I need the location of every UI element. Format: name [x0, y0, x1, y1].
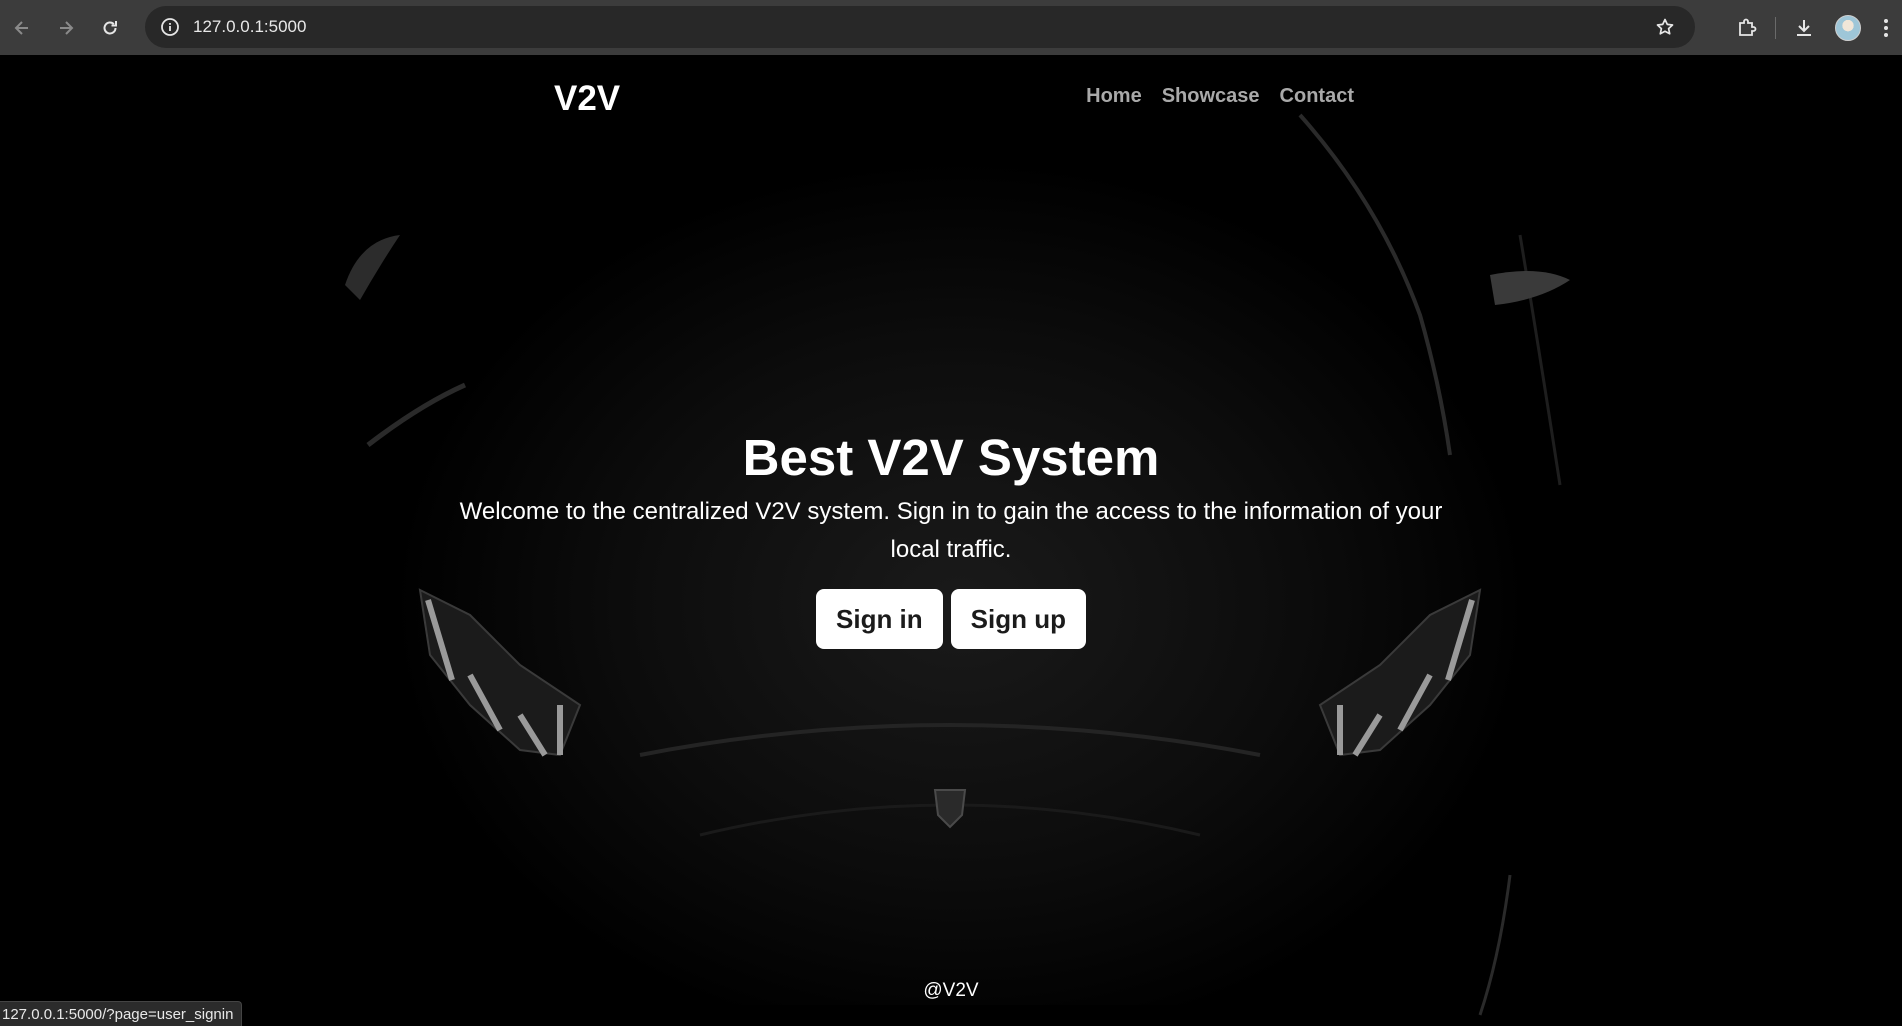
- reload-icon: [103, 20, 117, 34]
- nav-home[interactable]: Home: [1086, 85, 1142, 108]
- downloads-button[interactable]: [1782, 6, 1826, 50]
- extensions-button[interactable]: [1725, 6, 1769, 50]
- toolbar-actions: [1725, 0, 1902, 55]
- avatar: [1835, 14, 1861, 41]
- browser-menu-button[interactable]: [1870, 6, 1902, 50]
- address-bar[interactable]: 127.0.0.1:5000: [145, 6, 1695, 48]
- site-info-button[interactable]: [149, 6, 191, 48]
- address-url[interactable]: 127.0.0.1:5000: [193, 17, 306, 37]
- site-header: V2V Home Showcase Contact: [554, 55, 1354, 140]
- download-icon: [1797, 19, 1811, 36]
- puzzle-icon: [1739, 18, 1757, 36]
- sign-in-button[interactable]: Sign in: [816, 589, 943, 649]
- sign-up-button[interactable]: Sign up: [950, 589, 1086, 649]
- arrow-right-icon: [60, 20, 74, 35]
- browser-toolbar: 127.0.0.1:5000: [0, 0, 1902, 55]
- main-nav: Home Showcase Contact: [1086, 85, 1354, 108]
- hero-subtitle: Welcome to the centralized V2V system. S…: [459, 498, 1443, 563]
- link-status-bubble: 127.0.0.1:5000/?page=user_signin: [0, 1001, 243, 1026]
- toolbar-divider: [1775, 16, 1776, 39]
- forward-button[interactable]: [44, 6, 88, 50]
- bookmark-button[interactable]: [1647, 6, 1683, 48]
- cta-buttons: Sign in Sign up: [451, 589, 1451, 649]
- reload-button[interactable]: [88, 6, 132, 50]
- brand-logo[interactable]: V2V: [554, 79, 620, 119]
- profile-button[interactable]: [1826, 6, 1870, 50]
- arrow-left-icon: [14, 20, 28, 35]
- hero-title: Best V2V System: [742, 429, 1160, 486]
- kebab-menu-icon: [1884, 18, 1888, 37]
- star-icon: [1656, 18, 1674, 35]
- nav-contact[interactable]: Contact: [1280, 85, 1354, 108]
- back-button[interactable]: [0, 6, 44, 50]
- info-icon: [161, 18, 179, 36]
- nav-showcase[interactable]: Showcase: [1162, 85, 1260, 108]
- footer-credit: @V2V: [923, 980, 979, 1001]
- page-viewport: V2V Home Showcase Contact Best V2V Syste…: [0, 55, 1902, 1026]
- hero-section: Best V2V System Welcome to the centraliz…: [451, 425, 1451, 649]
